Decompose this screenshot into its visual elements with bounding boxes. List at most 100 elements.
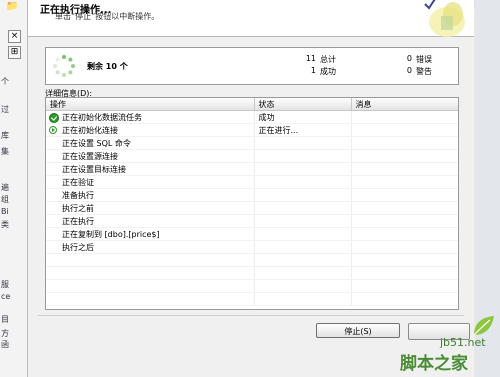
total-count: 11 [305, 54, 316, 63]
table-row[interactable]: 执行之后 [46, 240, 458, 254]
background-text: 集 [1, 147, 9, 156]
success-label: 成功 [320, 67, 336, 76]
row-action-label: 正在初始化连接 [62, 125, 118, 135]
row-message [351, 162, 458, 176]
error-label: 错误 [416, 55, 432, 64]
row-message [351, 227, 458, 241]
background-text: 组 [1, 195, 9, 204]
empty-cell [351, 292, 458, 306]
expand-icon[interactable]: ⊞ [8, 46, 21, 59]
row-action-label: 正在复制到 [dbo].[price$] [62, 229, 160, 239]
table-row[interactable]: 正在初始化连接 正在进行... [46, 123, 458, 137]
table-row[interactable]: 准备执行 [46, 188, 458, 202]
row-status [254, 149, 352, 163]
row-action: 正在复制到 [dbo].[price$] [46, 227, 255, 241]
table-row[interactable]: 正在设置源连接 [46, 149, 458, 163]
row-status [254, 240, 352, 254]
table-row[interactable]: 执行之前 [46, 201, 458, 215]
divider [38, 315, 464, 316]
progress-spinner-icon [53, 55, 75, 77]
row-message [351, 149, 458, 163]
row-action-label: 正在初始化数据流任务 [62, 112, 142, 122]
background-text: 函 [1, 340, 9, 349]
success-check-icon [49, 113, 59, 123]
row-action-label: 执行之后 [62, 242, 94, 252]
row-action: 正在设置源连接 [46, 149, 255, 163]
details-grid[interactable]: 操作 状态 消息 正在初始化数据流任务 成功正在初始化连接 正在进行... 正在设置 … [45, 97, 459, 310]
table-row[interactable]: 正在设置目标连接 [46, 162, 458, 176]
table-row[interactable]: 正在设置 SQL 命令 [46, 136, 458, 150]
background-text: 库 [1, 131, 9, 140]
watermark-domain: jb51.net [440, 336, 486, 349]
in-progress-icon [49, 126, 57, 134]
remaining-count: 剩余 10 个 [87, 62, 128, 71]
row-action: 执行之后 [46, 240, 255, 254]
dialog-subtitle: 单击“停止”按钮以中断操作。 [55, 12, 160, 21]
row-action-label: 正在执行 [62, 216, 94, 226]
background-text: 目 [1, 315, 9, 324]
background-text: 方 [1, 329, 9, 338]
row-status [254, 188, 352, 202]
background-text: 服 [1, 280, 9, 289]
row-message [351, 201, 458, 215]
table-row[interactable]: 正在初始化数据流任务 成功 [46, 110, 458, 124]
row-status: 成功 [254, 110, 352, 124]
empty-cell [46, 292, 255, 306]
table-row[interactable]: 正在执行 [46, 214, 458, 228]
column-header-status[interactable]: 状态 [254, 98, 352, 111]
error-count: 0 [406, 54, 412, 63]
row-message [351, 240, 458, 254]
success-count: 1 [310, 66, 316, 75]
empty-cell [351, 279, 458, 293]
background-explorer-strip: 📁 × ⊞ 个 过 库 集 遍 组 Bi 类 服 ce 目 方 函 [0, 0, 28, 377]
background-text: 类 [1, 220, 9, 229]
row-message [351, 110, 458, 124]
close-icon[interactable]: × [8, 30, 21, 43]
row-status [254, 162, 352, 176]
row-action: 正在设置目标连接 [46, 162, 255, 176]
row-action: 准备执行 [46, 188, 255, 202]
empty-cell [254, 292, 352, 306]
row-action-label: 正在设置 SQL 命令 [62, 138, 131, 148]
empty-row [46, 279, 458, 293]
table-row[interactable]: 正在验证 [46, 175, 458, 189]
watermark-text: 脚本之家 [400, 354, 468, 374]
empty-cell [351, 253, 458, 267]
row-action: 正在验证 [46, 175, 255, 189]
row-status: 正在进行... [254, 123, 352, 137]
background-text: Bi [1, 207, 9, 216]
row-action-label: 正在验证 [62, 177, 94, 187]
row-message [351, 188, 458, 202]
empty-cell [351, 266, 458, 280]
row-message [351, 175, 458, 189]
warning-label: 警告 [416, 67, 432, 76]
row-status [254, 175, 352, 189]
column-header-message[interactable]: 消息 [351, 98, 458, 111]
row-action: 执行之前 [46, 201, 255, 215]
row-status [254, 136, 352, 150]
row-status [254, 201, 352, 215]
row-action: 正在初始化连接 [46, 123, 255, 137]
row-action: 正在初始化数据流任务 [46, 110, 255, 124]
row-message [351, 123, 458, 137]
row-message [351, 136, 458, 150]
row-action-label: 正在设置源连接 [62, 151, 118, 161]
progress-summary-panel: 剩余 10 个 11 总计 1 成功 0 错误 0 警告 [45, 47, 459, 85]
empty-cell [254, 266, 352, 280]
stop-button[interactable]: 停止(S) [316, 323, 400, 338]
empty-cell [254, 279, 352, 293]
background-text: ce [1, 292, 11, 301]
row-status [254, 227, 352, 241]
background-text: 个 [1, 77, 9, 86]
column-header-action[interactable]: 操作 [46, 98, 255, 111]
background-text: 过 [1, 105, 9, 114]
row-action-label: 正在设置目标连接 [62, 164, 126, 174]
row-message [351, 214, 458, 228]
empty-row [46, 292, 458, 306]
empty-row [46, 253, 458, 267]
background-text: 遍 [1, 183, 9, 192]
table-row[interactable]: 正在复制到 [dbo].[price$] [46, 227, 458, 241]
empty-cell [46, 279, 255, 293]
row-action: 正在设置 SQL 命令 [46, 136, 255, 150]
row-action-label: 执行之前 [62, 203, 94, 213]
